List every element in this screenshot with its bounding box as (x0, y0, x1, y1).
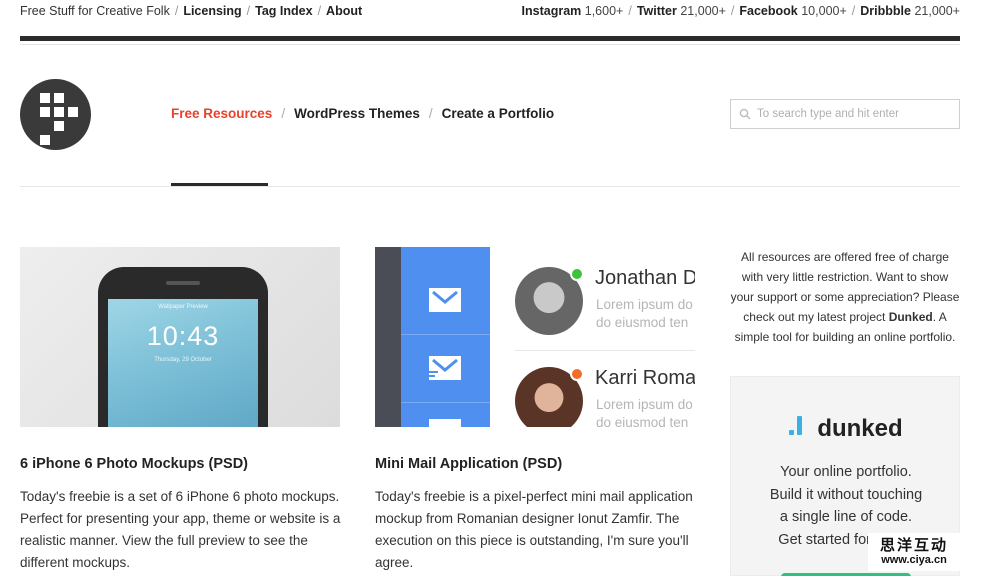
mail-sidebar-dark (375, 247, 401, 427)
nav-divider (20, 186, 960, 187)
licensing-link[interactable]: Licensing (183, 4, 241, 18)
top-bar-left: Free Stuff for Creative Folk / Licensing / T… (20, 4, 363, 18)
sent-mail-icon (429, 356, 461, 380)
dunked-logo-icon (789, 416, 807, 438)
post-title[interactable]: Mini Mail Application (PSD) (375, 456, 562, 472)
contact-name: Jonathan D (595, 267, 695, 289)
sidebar-about-text: All resources are offered free of charge… (730, 250, 960, 344)
phone-screen: Wallpaper Preview 10:43 Thursday, 29 Oct… (108, 299, 258, 427)
dunked-brand: dunked (731, 415, 961, 443)
contact-preview-line: do eiusmod ten (596, 415, 689, 427)
post-excerpt: Today's freebie is a pixel-perfect mini … (375, 489, 693, 570)
twitter-link[interactable]: Twitter 21,000+ (637, 4, 726, 18)
nav-active-indicator (171, 183, 268, 186)
contact-preview-line: do eiusmod ten (596, 315, 689, 330)
site-tagline: Free Stuff for Creative Folk (20, 4, 170, 18)
post-excerpt: Today's freebie is a set of 6 iPhone 6 p… (20, 489, 341, 570)
about-link[interactable]: About (326, 4, 362, 18)
post-image-mini-mail[interactable]: Jonathan D Lorem ipsum do do eiusmod ten… (375, 247, 695, 427)
phone-date: Thursday, 29 October (154, 357, 212, 363)
top-bar: Free Stuff for Creative Folk / Licensing / T… (20, 4, 960, 20)
dribbble-link[interactable]: Dribbble 21,000+ (860, 4, 960, 18)
tag-index-link[interactable]: Tag Index (255, 4, 312, 18)
search-box[interactable] (730, 99, 960, 129)
post-image-iphone-mockups[interactable]: Wallpaper Preview 10:43 Thursday, 29 Oct… (20, 247, 340, 427)
header-divider-thin (20, 44, 960, 45)
social-links: Instagram 1,600+ / Twitter 21,000+ / Faceboo… (521, 4, 960, 18)
search-input[interactable] (757, 102, 953, 126)
post-title[interactable]: 6 iPhone 6 Photo Mockups (PSD) (20, 456, 248, 472)
nav-free-resources[interactable]: Free Resources (171, 106, 272, 121)
watermark: 思洋互动 www.ciya.cn (868, 533, 960, 571)
online-status-dot (570, 267, 584, 281)
briefcase-icon (429, 419, 461, 427)
search-icon (739, 108, 751, 120)
dunked-link[interactable]: Dunked (889, 310, 933, 324)
header-divider-thick (20, 36, 960, 41)
inbox-mail-icon (429, 288, 461, 312)
site-logo[interactable] (20, 79, 91, 150)
phone-clock: 10:43 (146, 321, 220, 351)
contact-preview-line: Lorem ipsum do (596, 297, 693, 312)
instagram-link[interactable]: Instagram 1,600+ (522, 4, 624, 18)
nav-wordpress-themes[interactable]: WordPress Themes (294, 106, 420, 121)
mail-sidebar-blue (401, 247, 490, 427)
nav-create-portfolio[interactable]: Create a Portfolio (442, 106, 555, 121)
iphone-illustration: Wallpaper Preview 10:43 Thursday, 29 Oct… (98, 267, 268, 427)
contact-name: Karri Roman (595, 367, 695, 389)
away-status-dot (570, 367, 584, 381)
wallpaper-label: Wallpaper Preview (158, 304, 208, 310)
contact-preview-line: Lorem ipsum do (596, 397, 693, 412)
main-nav: Free Resources / WordPress Themes / Create a… (171, 106, 555, 121)
facebook-link[interactable]: Facebook 10,000+ (739, 4, 846, 18)
